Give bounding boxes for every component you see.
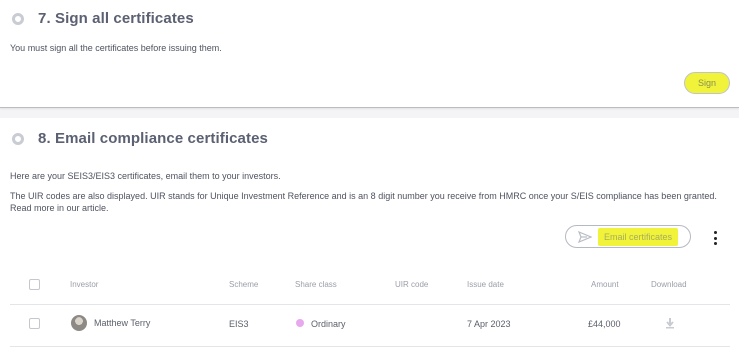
step-8-title: 8. Email compliance certificates bbox=[38, 130, 268, 147]
issue-date-value: 7 Apr 2023 bbox=[467, 319, 511, 329]
column-header-download: Download bbox=[651, 280, 687, 289]
column-header-uir-code: UIR code bbox=[395, 280, 429, 289]
radio-circle-icon[interactable] bbox=[12, 12, 24, 25]
step-7-card: 7. Sign all certificates You must sign a… bbox=[0, 0, 739, 108]
kebab-menu-icon[interactable] bbox=[712, 231, 718, 245]
avatar bbox=[71, 315, 87, 331]
row-divider bbox=[10, 346, 730, 347]
column-header-share-class: Share class bbox=[295, 280, 337, 289]
header-divider bbox=[10, 304, 730, 305]
radio-circle-icon[interactable] bbox=[12, 132, 24, 145]
step-7-description: You must sign all the certificates befor… bbox=[10, 43, 222, 53]
column-header-investor: Investor bbox=[70, 280, 99, 289]
select-all-checkbox[interactable] bbox=[29, 279, 40, 290]
step-8-card: 8. Email compliance certificates Here ar… bbox=[0, 118, 739, 355]
step-8-intro: Here are your SEIS3/EIS3 certificates, e… bbox=[10, 171, 281, 181]
share-class-value: Ordinary bbox=[311, 319, 346, 329]
amount-value: £44,000 bbox=[588, 319, 621, 329]
column-header-scheme: Scheme bbox=[229, 280, 259, 289]
column-header-issue-date: Issue date bbox=[467, 280, 504, 289]
email-certificates-label: Email certificates bbox=[598, 227, 679, 246]
step-7-header: 7. Sign all certificates bbox=[12, 10, 194, 27]
download-icon[interactable] bbox=[664, 317, 676, 329]
sign-button[interactable]: Sign bbox=[684, 72, 730, 94]
step-7-title: 7. Sign all certificates bbox=[38, 10, 194, 27]
scheme-value: EIS3 bbox=[229, 319, 249, 329]
send-icon bbox=[578, 230, 592, 243]
step-8-header: 8. Email compliance certificates bbox=[12, 130, 268, 147]
investor-name[interactable]: Matthew Terry bbox=[94, 318, 150, 328]
row-checkbox[interactable] bbox=[29, 318, 40, 329]
column-header-amount: Amount bbox=[591, 280, 619, 289]
email-certificates-button[interactable]: Email certificates bbox=[565, 225, 691, 248]
step-8-uir-note: The UIR codes are also displayed. UIR st… bbox=[10, 191, 717, 213]
share-class-dot bbox=[296, 319, 304, 327]
